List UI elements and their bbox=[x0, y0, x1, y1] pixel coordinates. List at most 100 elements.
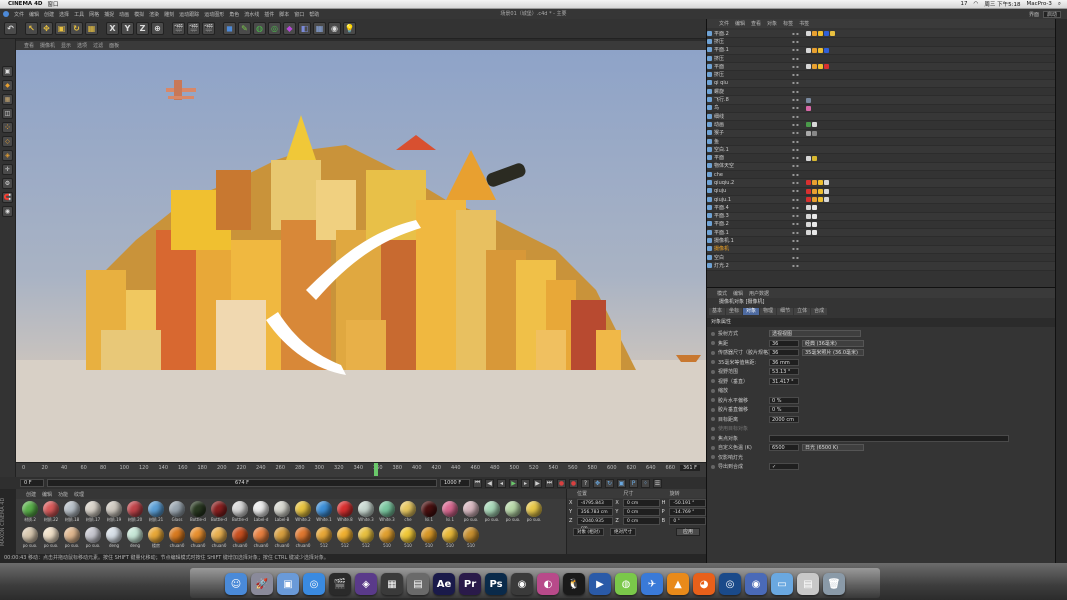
recent-tool-icon[interactable]: ▦ bbox=[85, 22, 98, 35]
folder-app-icon[interactable]: ◍ bbox=[615, 573, 637, 595]
attr-tab[interactable]: 基本 bbox=[709, 308, 726, 315]
material-tag-icon[interactable] bbox=[806, 221, 811, 227]
solo-icon[interactable]: ◉ bbox=[2, 206, 13, 217]
visibility-toggle-icon[interactable]: ▪ ▪ bbox=[792, 262, 806, 270]
visibility-toggle-icon[interactable]: ▪ ▪ bbox=[792, 179, 806, 187]
material-tag-icon[interactable] bbox=[806, 155, 811, 161]
visibility-toggle-icon[interactable]: ▪ ▪ bbox=[792, 46, 806, 54]
menu-animate[interactable]: 动画 bbox=[119, 11, 129, 18]
trash-icon[interactable]: 🗑 bbox=[823, 573, 845, 595]
rotate-key-icon[interactable]: ↻ bbox=[605, 478, 614, 488]
visibility-toggle-icon[interactable]: ▪ ▪ bbox=[792, 196, 806, 204]
menu-motion-tracker[interactable]: 运动跟踪 bbox=[179, 11, 199, 18]
play-icon[interactable]: ▶ bbox=[509, 478, 518, 488]
tweak-mode-icon[interactable]: ⚙ bbox=[2, 178, 13, 189]
axis-y-button[interactable]: Y bbox=[121, 22, 134, 35]
obj-menu-tags[interactable]: 标签 bbox=[783, 20, 793, 27]
visibility-toggle-icon[interactable]: ▪ ▪ bbox=[792, 204, 806, 212]
polygons-mode-icon[interactable]: ◈ bbox=[2, 150, 13, 161]
visibility-toggle-icon[interactable]: ▪ ▪ bbox=[792, 171, 806, 179]
vp-menu-panel[interactable]: 面板 bbox=[109, 42, 119, 49]
attr-value-field[interactable]: 53.13 ° bbox=[769, 368, 799, 375]
material-swatch[interactable]: po suo. bbox=[83, 527, 103, 552]
material-swatch[interactable]: 材质.22 bbox=[41, 501, 61, 526]
material-swatch[interactable]: po suo. bbox=[482, 501, 502, 526]
material-tag-icon[interactable] bbox=[818, 180, 823, 186]
visibility-toggle-icon[interactable]: ▪ ▪ bbox=[792, 212, 806, 220]
obj-menu-bookmarks[interactable]: 书签 bbox=[799, 20, 809, 27]
end-frame-field[interactable]: 1000 F bbox=[440, 479, 470, 487]
model-mode-icon[interactable]: ◆ bbox=[2, 80, 13, 91]
record-icon[interactable]: ● bbox=[557, 478, 566, 488]
attr-value-field[interactable]: 36 bbox=[769, 339, 799, 347]
search-icon[interactable]: ⌕ bbox=[1058, 1, 1061, 8]
material-tag-icon[interactable] bbox=[812, 47, 817, 53]
visibility-toggle-icon[interactable]: ▪ ▪ bbox=[792, 138, 806, 146]
quicktime-icon[interactable]: ▶ bbox=[589, 573, 611, 595]
after-effects-icon[interactable]: Ae bbox=[433, 573, 455, 595]
material-tag-icon[interactable] bbox=[824, 64, 829, 70]
material-swatch[interactable]: 材质.21 bbox=[146, 501, 166, 526]
visibility-toggle-icon[interactable]: ▪ ▪ bbox=[792, 245, 806, 253]
material-swatch[interactable]: 楼房 bbox=[146, 527, 166, 552]
cinema4d-icon[interactable]: ◉ bbox=[511, 573, 533, 595]
coord-system-icon[interactable]: ⊕ bbox=[151, 22, 164, 35]
right-scrollbar[interactable] bbox=[1055, 19, 1067, 563]
material-swatch[interactable]: Bottle-d bbox=[209, 501, 229, 526]
anim-dot-icon[interactable] bbox=[711, 379, 715, 383]
array-icon[interactable]: ◎ bbox=[268, 22, 281, 35]
axis-mode-icon[interactable]: ✛ bbox=[2, 164, 13, 175]
next-key-icon[interactable]: ▶ bbox=[533, 478, 542, 488]
prev-frame-icon[interactable]: ◂ bbox=[497, 478, 506, 488]
anim-dot-icon[interactable] bbox=[711, 350, 715, 355]
menu-edit[interactable]: 编辑 bbox=[29, 11, 39, 18]
menu-create[interactable]: 创建 bbox=[44, 11, 54, 18]
visibility-toggle-icon[interactable]: ▪ ▪ bbox=[792, 71, 806, 79]
material-swatch[interactable]: 材质.17 bbox=[83, 501, 103, 526]
size-field[interactable]: 0 cm bbox=[623, 499, 660, 507]
material-swatch[interactable]: chuan0 bbox=[167, 527, 187, 552]
steam-icon[interactable]: ◉ bbox=[745, 573, 767, 595]
wifi-icon[interactable]: ◠ bbox=[974, 1, 979, 7]
anim-dot-icon[interactable] bbox=[711, 445, 715, 450]
c4d-dock-icon[interactable]: ◎ bbox=[719, 573, 741, 595]
material-swatch[interactable]: Bottle-d bbox=[230, 501, 250, 526]
documents-icon[interactable]: ▤ bbox=[797, 573, 819, 595]
menu-render[interactable]: 渲染 bbox=[149, 11, 159, 18]
material-tag-icon[interactable] bbox=[824, 188, 829, 194]
menu-pipeline[interactable]: 流水线 bbox=[244, 11, 259, 18]
edges-mode-icon[interactable]: ◇ bbox=[2, 136, 13, 147]
points-mode-icon[interactable]: ⁘ bbox=[2, 122, 13, 133]
mat-menu-edit[interactable]: 编辑 bbox=[42, 491, 52, 498]
live-select-icon[interactable]: ↖ bbox=[25, 22, 38, 35]
menu-tools[interactable]: 工具 bbox=[74, 11, 84, 18]
material-swatch[interactable]: deng bbox=[104, 527, 124, 552]
prev-key-icon[interactable]: ◀ bbox=[485, 478, 494, 488]
anim-dot-icon[interactable] bbox=[711, 369, 715, 374]
attr-value-field[interactable]: 31.417 ° bbox=[769, 377, 799, 385]
obj-menu-edit[interactable]: 编辑 bbox=[735, 20, 745, 27]
attr-tab[interactable]: 对象 bbox=[743, 308, 760, 315]
plane-app-icon[interactable]: ✈ bbox=[641, 573, 663, 595]
premiere-icon[interactable]: Pr bbox=[459, 573, 481, 595]
visibility-toggle-icon[interactable]: ▪ ▪ bbox=[792, 146, 806, 154]
size-field[interactable]: 0 cm bbox=[623, 508, 660, 516]
material-tag-icon[interactable] bbox=[824, 180, 829, 186]
firefox-icon[interactable]: ◕ bbox=[693, 573, 715, 595]
menu-plugins[interactable]: 插件 bbox=[264, 11, 274, 18]
visibility-toggle-icon[interactable]: ▪ ▪ bbox=[792, 104, 806, 112]
material-swatch[interactable]: 510 bbox=[377, 527, 397, 552]
mat-menu-create[interactable]: 创建 bbox=[26, 491, 36, 498]
visibility-toggle-icon[interactable]: ▪ ▪ bbox=[792, 129, 806, 137]
visibility-toggle-icon[interactable]: ▪ ▪ bbox=[792, 162, 806, 170]
render-view-icon[interactable]: 🎬 bbox=[172, 22, 185, 35]
timeline-menu-icon[interactable]: ☰ bbox=[653, 478, 662, 488]
material-tag-icon[interactable] bbox=[806, 64, 811, 70]
window-menu[interactable]: 窗口 bbox=[47, 0, 58, 8]
material-swatch[interactable]: 材质.18 bbox=[62, 501, 82, 526]
material-swatch[interactable]: chuan0 bbox=[188, 527, 208, 552]
material-swatch[interactable]: chuan0 bbox=[293, 527, 313, 552]
attr-value-field[interactable]: ✓ bbox=[769, 463, 799, 470]
material-swatch[interactable]: 510 bbox=[461, 527, 481, 552]
make-editable-icon[interactable]: ▣ bbox=[2, 66, 13, 77]
